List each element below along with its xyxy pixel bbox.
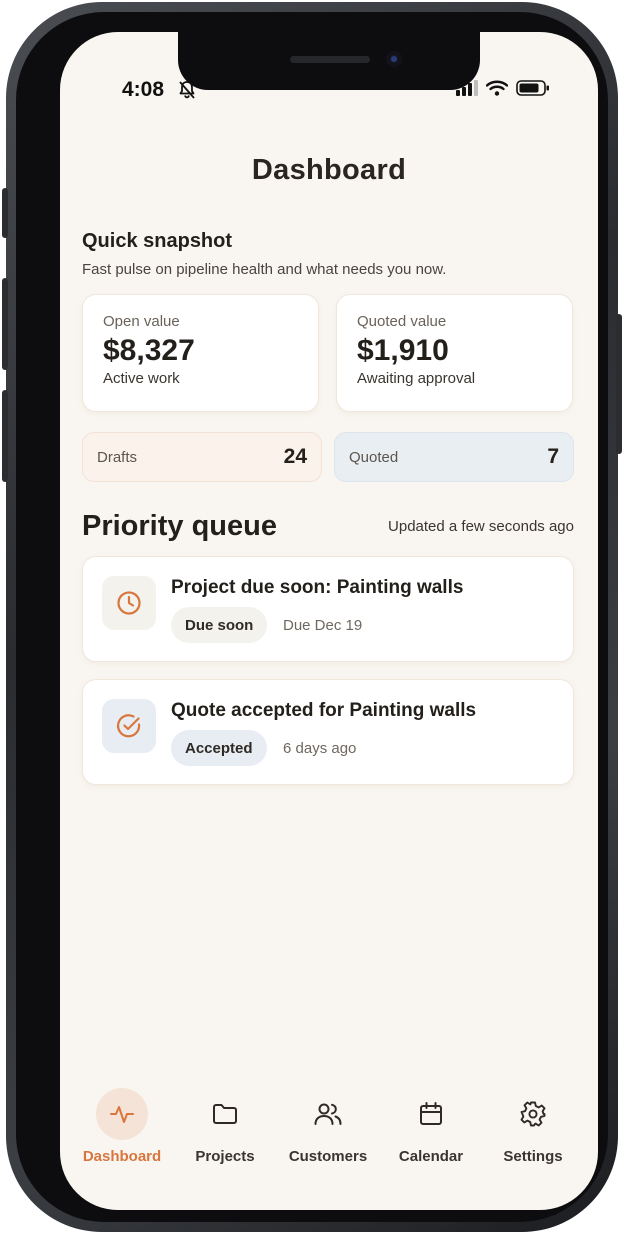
quoted-value-label: Quoted value xyxy=(357,313,447,330)
status-indicators xyxy=(456,80,550,96)
tab-label: Dashboard xyxy=(82,1148,162,1165)
open-value-caption: Active work xyxy=(103,370,180,387)
tab-icon-wrap xyxy=(507,1088,559,1140)
priority-updated-text: Updated a few seconds ago xyxy=(388,518,574,535)
clock-icon xyxy=(117,591,141,615)
tab-dashboard[interactable]: Dashboard xyxy=(72,1082,172,1182)
snapshot-subtitle: Fast pulse on pipeline health and what n… xyxy=(82,261,447,278)
snapshot-title: Quick snapshot xyxy=(82,230,233,252)
tab-customers[interactable]: Customers xyxy=(278,1082,378,1182)
tab-icon-wrap xyxy=(302,1088,354,1140)
priority-item-badge: Accepted xyxy=(171,730,267,766)
screen: 4:08 Dashboard Quick snapshot Fast pulse… xyxy=(60,32,598,1210)
priority-item-icon xyxy=(102,576,156,630)
phone-bezel: 4:08 Dashboard Quick snapshot Fast pulse… xyxy=(16,12,608,1222)
volume-up-button xyxy=(2,278,8,370)
priority-item-title: Quote accepted for Painting walls xyxy=(171,700,477,721)
tab-calendar[interactable]: Calendar xyxy=(381,1082,481,1182)
priority-item-icon xyxy=(102,699,156,753)
tab-icon-wrap xyxy=(405,1088,457,1140)
signal-icon xyxy=(456,80,478,96)
priority-item-meta: Due Dec 19 xyxy=(283,617,363,634)
quoted-chip[interactable]: Quoted 7 xyxy=(334,432,574,482)
phone-frame: 4:08 Dashboard Quick snapshot Fast pulse… xyxy=(2,2,622,1232)
tab-label: Settings xyxy=(503,1148,563,1165)
calendar-icon xyxy=(420,1102,442,1125)
check-circle-icon xyxy=(116,714,141,738)
quoted-value-amount: $1,910 xyxy=(357,334,449,367)
priority-queue-title: Priority queue xyxy=(82,510,277,542)
drafts-chip[interactable]: Drafts 24 xyxy=(82,432,322,482)
tab-label: Calendar xyxy=(398,1148,464,1165)
camera xyxy=(386,51,402,67)
drafts-label: Drafts xyxy=(97,448,138,466)
priority-item-meta: 6 days ago xyxy=(283,740,357,757)
tab-label: Customers xyxy=(288,1148,368,1165)
page-title: Dashboard xyxy=(251,154,407,186)
notch xyxy=(178,32,480,90)
wifi-icon xyxy=(486,80,508,96)
power-button xyxy=(616,314,622,454)
quoted-count: 7 xyxy=(547,445,559,468)
battery-icon xyxy=(516,80,549,96)
quoted-label: Quoted xyxy=(349,448,399,466)
bottom-tab-bar: Dashboard Projects Customers Calendar Se… xyxy=(60,1082,598,1182)
tab-icon-wrap xyxy=(96,1088,148,1140)
users-icon xyxy=(314,1103,342,1125)
open-value-card[interactable]: Open value $8,327 Active work xyxy=(82,294,319,412)
bell-muted-icon xyxy=(179,81,195,99)
volume-down-button xyxy=(2,390,8,482)
silent-switch xyxy=(2,188,8,238)
tab-icon-wrap xyxy=(199,1088,251,1140)
quoted-value-card[interactable]: Quoted value $1,910 Awaiting approval xyxy=(336,294,573,412)
priority-item-accepted[interactable]: Quote accepted for Painting walls Accept… xyxy=(82,679,574,785)
open-value-amount: $8,327 xyxy=(103,334,195,367)
tab-projects[interactable]: Projects xyxy=(175,1082,275,1182)
drafts-count: 24 xyxy=(283,445,307,468)
tab-settings[interactable]: Settings xyxy=(483,1082,583,1182)
activity-icon xyxy=(110,1106,134,1123)
open-value-label: Open value xyxy=(103,313,180,330)
folder-icon xyxy=(213,1104,237,1124)
status-time: 4:08 xyxy=(122,78,165,101)
priority-item-title: Project due soon: Painting walls xyxy=(171,577,464,598)
priority-item-due-soon[interactable]: Project due soon: Painting walls Due soo… xyxy=(82,556,574,662)
gear-icon xyxy=(520,1101,546,1127)
speaker xyxy=(290,56,370,63)
priority-item-badge: Due soon xyxy=(171,607,268,643)
tab-label: Projects xyxy=(195,1148,255,1165)
quoted-value-caption: Awaiting approval xyxy=(357,370,476,387)
